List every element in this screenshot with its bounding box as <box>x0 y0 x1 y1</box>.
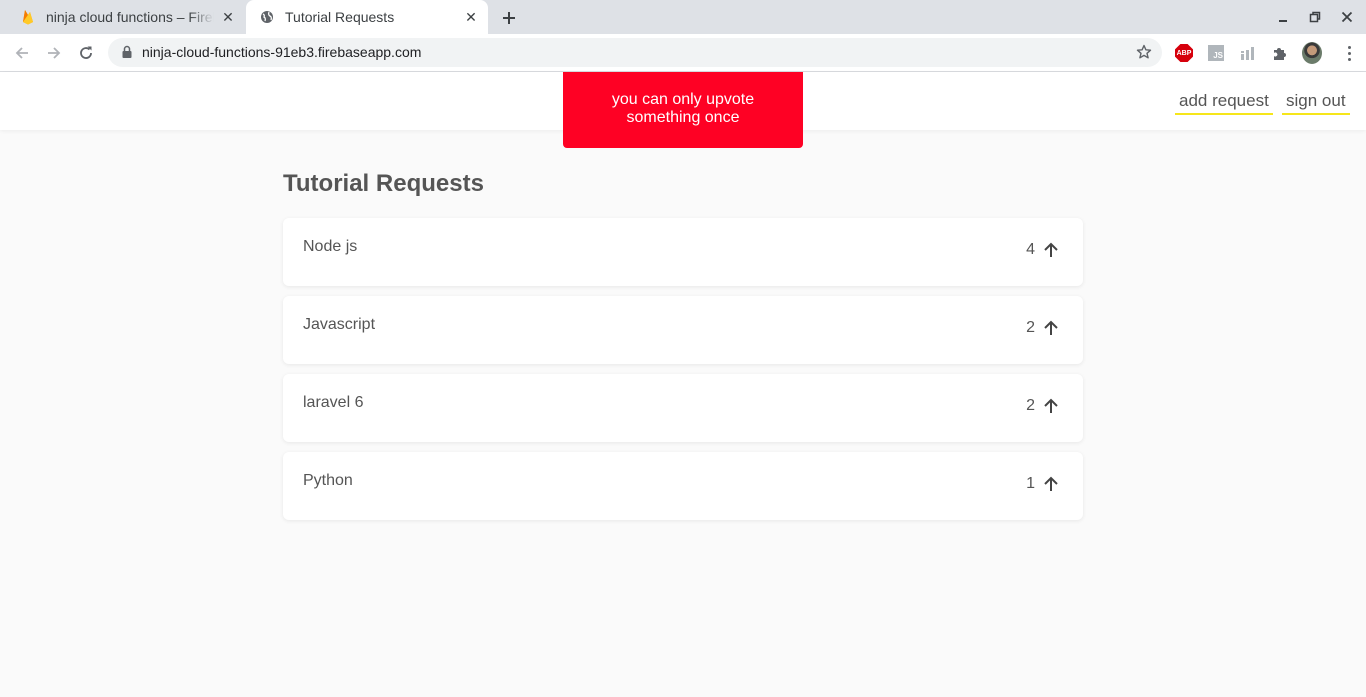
request-text: Node js <box>303 238 358 255</box>
arrow-upward-icon[interactable] <box>1041 396 1061 416</box>
address-bar[interactable]: ninja-cloud-functions-91eb3.firebaseapp.… <box>108 38 1162 67</box>
reload-icon[interactable] <box>75 42 97 64</box>
js-extension-icon[interactable]: JS <box>1206 43 1226 63</box>
arrow-upward-icon[interactable] <box>1041 474 1061 494</box>
upvote-count: 4 <box>1026 241 1035 258</box>
vote-group: 4 <box>1026 240 1061 260</box>
arrow-upward-icon[interactable] <box>1041 318 1061 338</box>
adblock-plus-icon[interactable]: ABP <box>1174 43 1194 63</box>
browser-menu-icon[interactable] <box>1339 43 1359 63</box>
minimize-icon[interactable] <box>1275 9 1291 25</box>
tab-firebase-console[interactable]: ninja cloud functions – Firebase console… <box>0 0 246 34</box>
upvote-notice: you can only upvote something once <box>563 72 803 148</box>
upvote-count: 1 <box>1026 475 1035 492</box>
vote-group: 2 <box>1026 396 1061 416</box>
back-icon[interactable] <box>11 42 33 64</box>
forward-icon[interactable] <box>43 42 65 64</box>
puzzle-piece-icon[interactable] <box>1270 43 1290 63</box>
request-text: Python <box>303 472 353 489</box>
restore-icon[interactable] <box>1307 9 1323 25</box>
arrow-upward-icon[interactable] <box>1041 240 1061 260</box>
upvote-count: 2 <box>1026 397 1035 414</box>
page-title: Tutorial Requests <box>283 170 484 197</box>
tab-title: ninja cloud functions – Firebase console <box>46 9 214 25</box>
request-item: laravel 6 2 <box>283 374 1083 442</box>
sign-out-link[interactable]: sign out <box>1282 91 1350 115</box>
browser-toolbar: ninja-cloud-functions-91eb3.firebaseapp.… <box>0 34 1366 72</box>
close-icon[interactable]: ✕ <box>220 9 236 25</box>
vote-group: 2 <box>1026 318 1061 338</box>
request-text: laravel 6 <box>303 394 364 411</box>
analytics-extension-icon[interactable] <box>1238 43 1258 63</box>
firebase-flame-icon <box>20 9 36 25</box>
close-window-icon[interactable] <box>1339 9 1355 25</box>
close-icon[interactable]: ✕ <box>463 9 479 25</box>
request-text: Javascript <box>303 316 376 333</box>
profile-avatar[interactable] <box>1302 42 1322 64</box>
globe-icon <box>259 9 275 25</box>
new-tab-button[interactable] <box>498 7 520 29</box>
tab-title: Tutorial Requests <box>285 9 395 25</box>
add-request-link[interactable]: add request <box>1175 91 1273 115</box>
bookmark-star-icon[interactable] <box>1135 43 1153 61</box>
lock-icon[interactable] <box>120 45 134 59</box>
request-item: Javascript 2 <box>283 296 1083 364</box>
tab-strip: ninja cloud functions – Firebase console… <box>0 0 1366 34</box>
request-item: Node js 4 <box>283 218 1083 286</box>
upvote-count: 2 <box>1026 319 1035 336</box>
main-content: Tutorial Requests Node js 4 Javascript 2 <box>283 170 1083 530</box>
request-item: Python 1 <box>283 452 1083 520</box>
url-text: ninja-cloud-functions-91eb3.firebaseapp.… <box>142 44 422 60</box>
vote-group: 1 <box>1026 474 1061 494</box>
request-list: Node js 4 Javascript 2 laravel 6 2 Pytho… <box>283 218 1083 520</box>
tab-tutorial-requests[interactable]: Tutorial Requests ✕ <box>246 0 488 34</box>
page-viewport: add request sign out you can only upvote… <box>0 72 1366 697</box>
